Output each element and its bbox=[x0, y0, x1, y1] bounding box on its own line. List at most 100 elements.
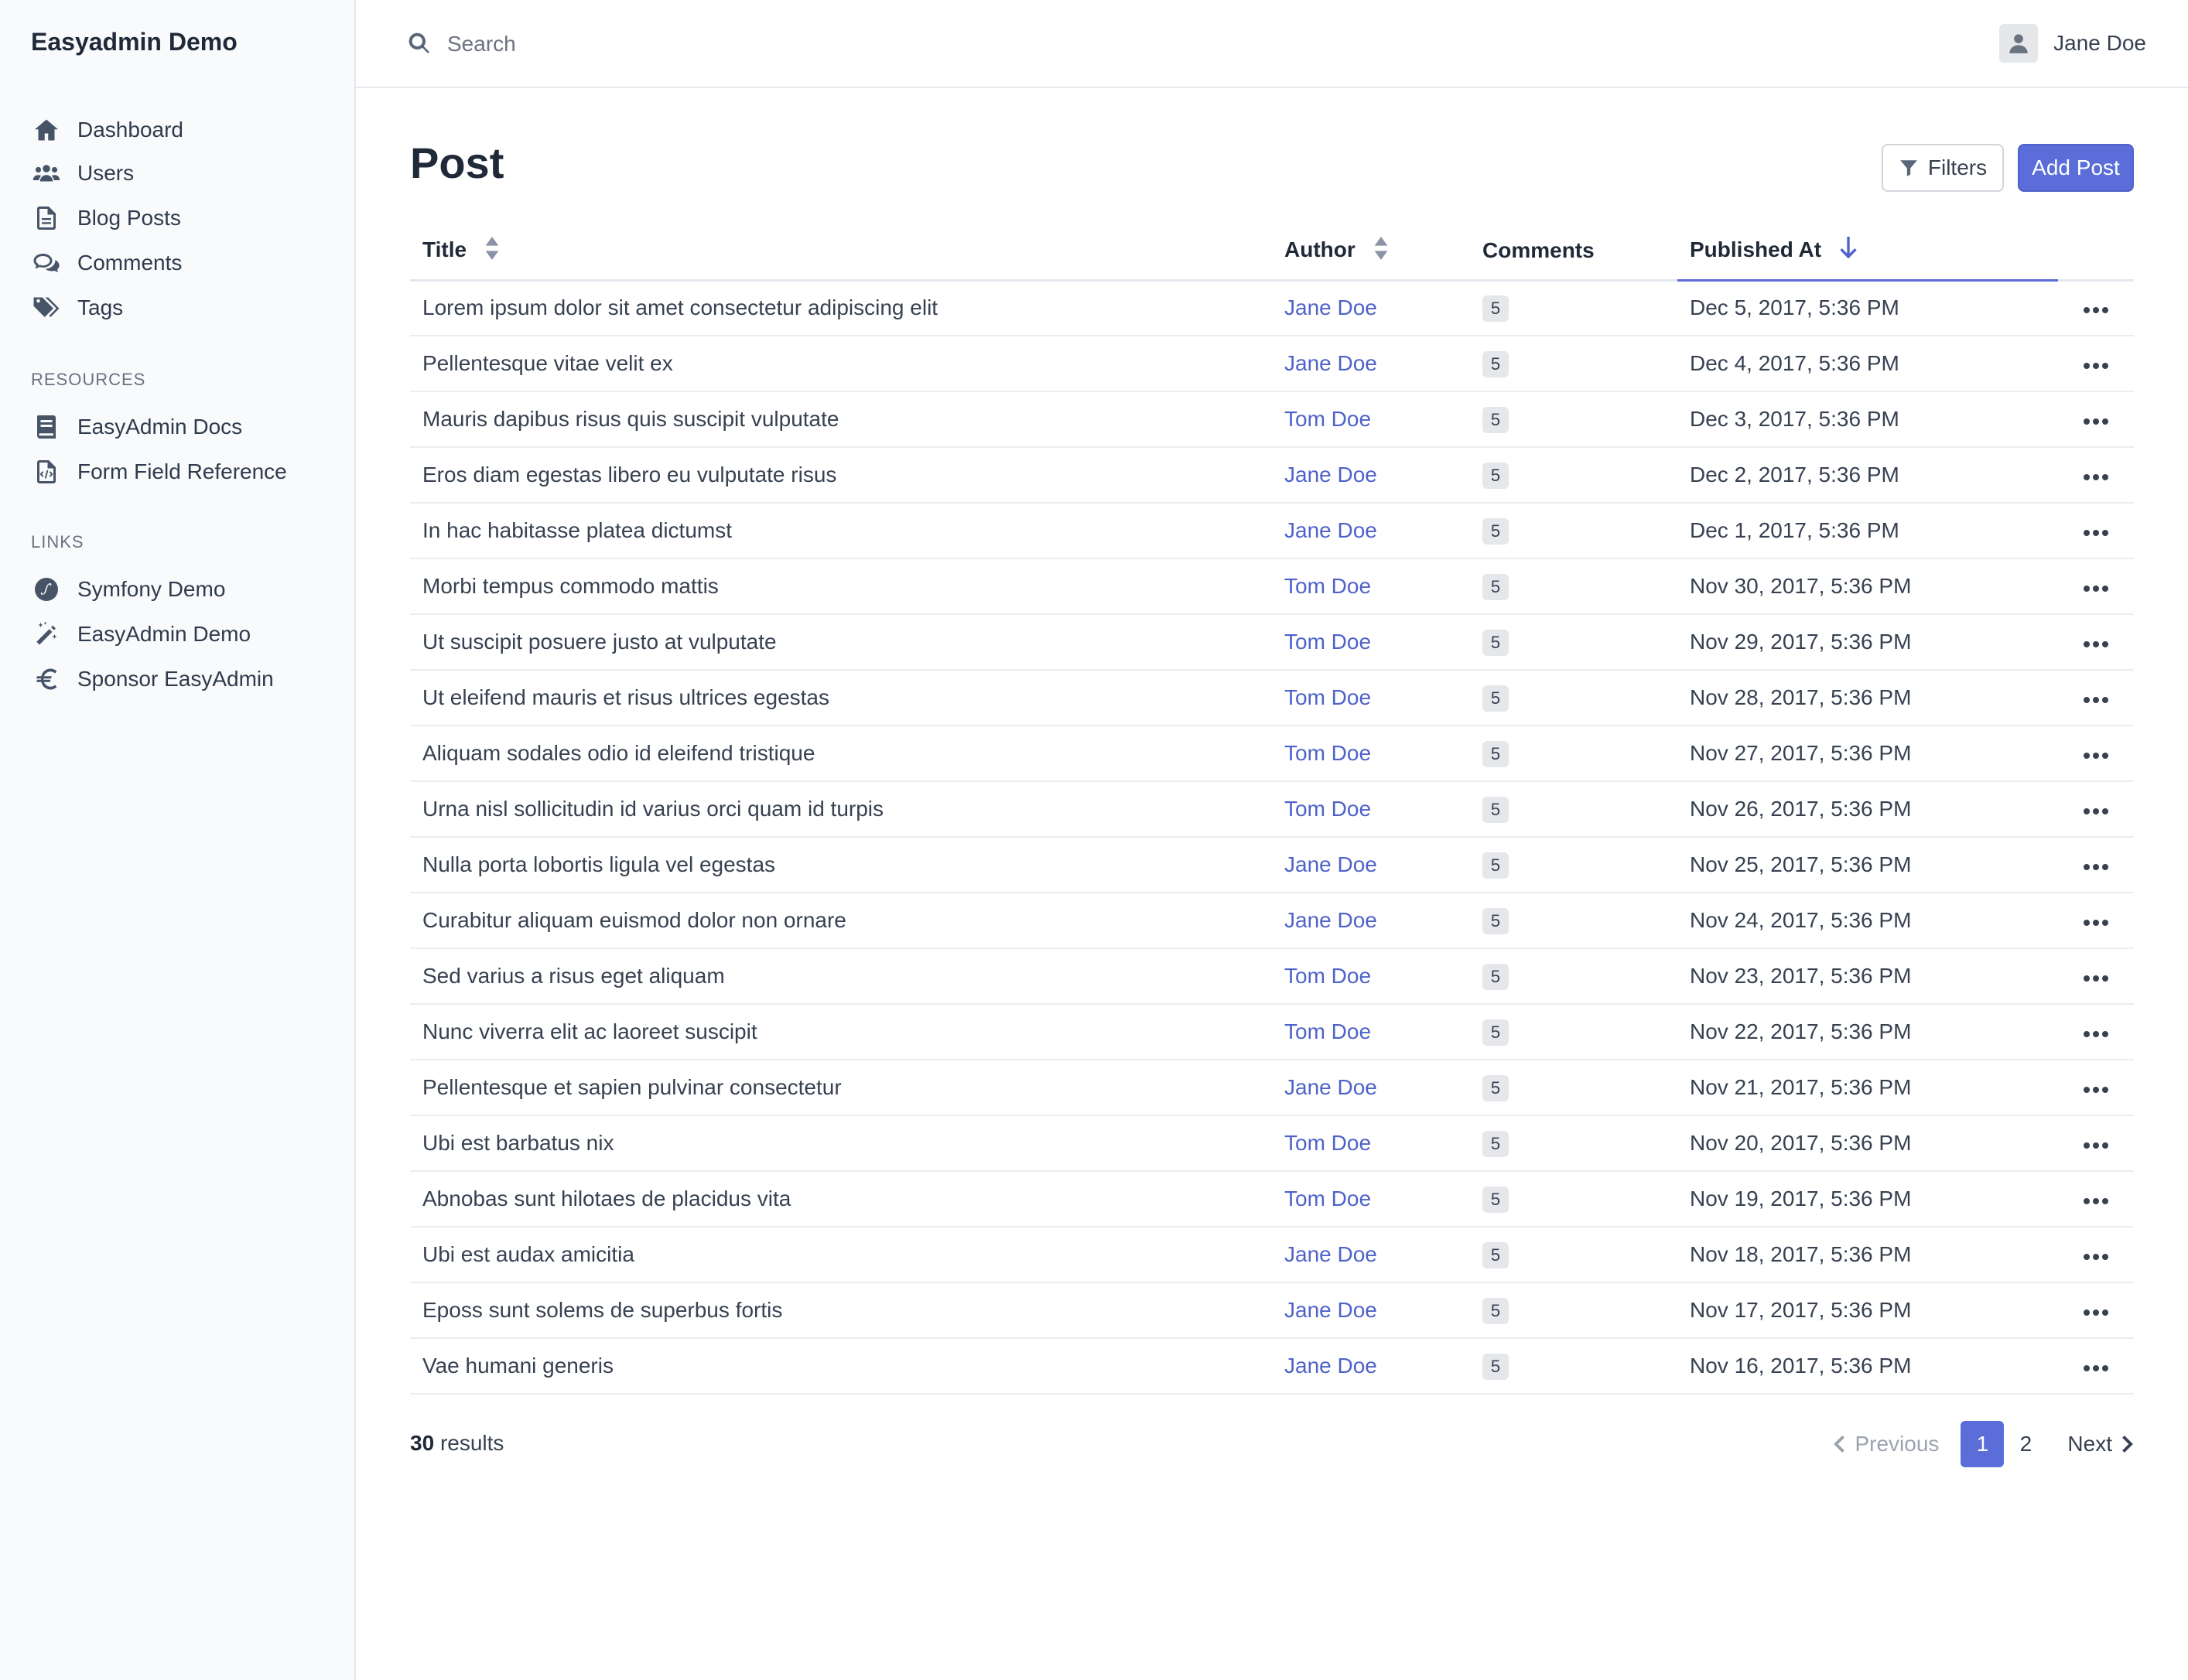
row-actions-button[interactable] bbox=[2058, 893, 2134, 949]
author-link[interactable]: Tom Doe bbox=[1284, 797, 1371, 821]
row-actions-button[interactable] bbox=[2058, 1115, 2134, 1172]
sidebar-item-symfony-demo[interactable]: Symfony Demo bbox=[31, 569, 225, 610]
cell-published-at: Dec 4, 2017, 5:36 PM bbox=[1677, 336, 2058, 392]
links-section-header: LINKS bbox=[31, 532, 84, 551]
comments-badge: 5 bbox=[1482, 1297, 1509, 1324]
cell-title: In hac habitasse platea dictumst bbox=[410, 503, 1272, 559]
page-title: Post bbox=[410, 138, 504, 187]
author-link[interactable]: Jane Doe bbox=[1284, 463, 1377, 487]
row-actions-button[interactable] bbox=[2058, 391, 2134, 448]
cell-published-at: Nov 22, 2017, 5:36 PM bbox=[1677, 1004, 2058, 1060]
filters-button[interactable]: Filters bbox=[1882, 144, 2004, 192]
author-link[interactable]: Jane Doe bbox=[1284, 1242, 1377, 1266]
author-link[interactable]: Jane Doe bbox=[1284, 1354, 1377, 1378]
author-link[interactable]: Tom Doe bbox=[1284, 407, 1371, 431]
sidebar-item-blog-posts[interactable]: Blog Posts bbox=[31, 198, 181, 238]
more-horizontal-icon bbox=[2084, 363, 2108, 369]
row-actions-button[interactable] bbox=[2058, 726, 2134, 782]
row-actions-button[interactable] bbox=[2058, 670, 2134, 726]
cell-comments: 5 bbox=[1470, 1060, 1677, 1116]
comments-icon bbox=[31, 248, 62, 278]
table-row: Ubi est barbatus nix Tom Doe 5 Nov 20, 2017… bbox=[410, 1115, 2134, 1172]
author-link[interactable]: Tom Doe bbox=[1284, 630, 1371, 654]
row-actions-button[interactable] bbox=[2058, 1060, 2134, 1116]
row-actions-button[interactable] bbox=[2058, 280, 2134, 336]
author-link[interactable]: Jane Doe bbox=[1284, 908, 1377, 932]
table-row: Nunc viverra elit ac laoreet suscipit Tom… bbox=[410, 1004, 2134, 1060]
author-link[interactable]: Tom Doe bbox=[1284, 574, 1371, 598]
add-post-button[interactable]: Add Post bbox=[2018, 144, 2134, 192]
comments-badge: 5 bbox=[1482, 740, 1509, 767]
row-actions-button[interactable] bbox=[2058, 1338, 2134, 1395]
row-actions-button[interactable] bbox=[2058, 447, 2134, 504]
author-link[interactable]: Tom Doe bbox=[1284, 1131, 1371, 1155]
row-actions-button[interactable] bbox=[2058, 336, 2134, 392]
row-actions-button[interactable] bbox=[2058, 837, 2134, 893]
author-link[interactable]: Tom Doe bbox=[1284, 685, 1371, 709]
table-row: Ut suscipit posuere justo at vulputate To… bbox=[410, 614, 2134, 671]
cell-comments: 5 bbox=[1470, 1282, 1677, 1339]
author-link[interactable]: Tom Doe bbox=[1284, 964, 1371, 988]
cell-comments: 5 bbox=[1470, 1004, 1677, 1060]
comments-badge: 5 bbox=[1482, 1241, 1509, 1269]
sidebar-item-easyadmin-docs[interactable]: EasyAdmin Docs bbox=[31, 407, 242, 447]
author-link[interactable]: Jane Doe bbox=[1284, 295, 1377, 319]
sidebar-item-dashboard[interactable]: Dashboard bbox=[31, 110, 183, 150]
more-horizontal-icon bbox=[2084, 1142, 2108, 1149]
cell-title: Curabitur aliquam euismod dolor non orna… bbox=[410, 893, 1272, 949]
author-link[interactable]: Jane Doe bbox=[1284, 852, 1377, 876]
cell-published-at: Nov 27, 2017, 5:36 PM bbox=[1677, 726, 2058, 782]
row-actions-button[interactable] bbox=[2058, 614, 2134, 671]
previous-page-button[interactable]: Previous bbox=[1833, 1432, 1939, 1456]
author-link[interactable]: Jane Doe bbox=[1284, 518, 1377, 542]
sidebar-item-label: EasyAdmin Demo bbox=[77, 622, 251, 646]
sidebar-item-sponsor-easyadmin[interactable]: Sponsor EasyAdmin bbox=[31, 659, 274, 699]
author-link[interactable]: Jane Doe bbox=[1284, 1298, 1377, 1322]
page-button-2[interactable]: 2 bbox=[2004, 1421, 2047, 1467]
table-row: Pellentesque vitae velit ex Jane Doe 5 Dec … bbox=[410, 336, 2134, 392]
author-link[interactable]: Jane Doe bbox=[1284, 1075, 1377, 1099]
row-actions-button[interactable] bbox=[2058, 558, 2134, 615]
row-actions-button[interactable] bbox=[2058, 948, 2134, 1005]
chevron-left-icon bbox=[1834, 1436, 1845, 1453]
comments-badge: 5 bbox=[1482, 685, 1509, 712]
row-actions-button[interactable] bbox=[2058, 1282, 2134, 1339]
comments-badge: 5 bbox=[1482, 1186, 1509, 1213]
sidebar-item-tags[interactable]: Tags bbox=[31, 288, 123, 328]
row-actions-button[interactable] bbox=[2058, 781, 2134, 838]
column-header-author[interactable]: Author bbox=[1272, 223, 1470, 282]
sidebar-item-form-field-reference[interactable]: Form Field Reference bbox=[31, 452, 287, 492]
author-link[interactable]: Tom Doe bbox=[1284, 1187, 1371, 1210]
cell-title: Ubi est audax amicitia bbox=[410, 1227, 1272, 1283]
sidebar-item-easyadmin-demo[interactable]: EasyAdmin Demo bbox=[31, 614, 251, 654]
row-actions-button[interactable] bbox=[2058, 1171, 2134, 1228]
search-input[interactable] bbox=[447, 23, 911, 65]
cell-published-at: Nov 23, 2017, 5:36 PM bbox=[1677, 948, 2058, 1005]
column-header-published-at[interactable]: Published At bbox=[1677, 223, 2058, 282]
column-header-title[interactable]: Title bbox=[410, 223, 1272, 282]
sidebar-item-users[interactable]: Users bbox=[31, 153, 134, 193]
table-row: Sed varius a risus eget aliquam Tom Doe 5 N… bbox=[410, 948, 2134, 1005]
cell-author: Jane Doe bbox=[1272, 1338, 1470, 1395]
sidebar-item-label: Tags bbox=[77, 295, 124, 319]
more-horizontal-icon bbox=[2084, 1087, 2108, 1093]
cell-comments: 5 bbox=[1470, 1115, 1677, 1172]
cell-published-at: Nov 19, 2017, 5:36 PM bbox=[1677, 1171, 2058, 1228]
comments-badge: 5 bbox=[1482, 1130, 1509, 1157]
cell-published-at: Nov 20, 2017, 5:36 PM bbox=[1677, 1115, 2058, 1172]
author-link[interactable]: Tom Doe bbox=[1284, 1019, 1371, 1043]
brand-title[interactable]: Easyadmin Demo bbox=[31, 28, 238, 56]
row-actions-button[interactable] bbox=[2058, 503, 2134, 559]
user-menu[interactable]: Jane Doe bbox=[1999, 22, 2146, 65]
cell-title: Urna nisl sollicitudin id varius orci qu… bbox=[410, 781, 1272, 838]
cell-author: Jane Doe bbox=[1272, 336, 1470, 392]
cell-comments: 5 bbox=[1470, 503, 1677, 559]
row-actions-button[interactable] bbox=[2058, 1227, 2134, 1283]
cell-author: Tom Doe bbox=[1272, 1171, 1470, 1228]
row-actions-button[interactable] bbox=[2058, 1004, 2134, 1060]
author-link[interactable]: Jane Doe bbox=[1284, 351, 1377, 375]
next-page-button[interactable]: Next bbox=[2067, 1432, 2134, 1456]
sidebar-item-comments[interactable]: Comments bbox=[31, 243, 182, 283]
page-button-1[interactable]: 1 bbox=[1961, 1421, 2005, 1467]
author-link[interactable]: Tom Doe bbox=[1284, 741, 1371, 765]
